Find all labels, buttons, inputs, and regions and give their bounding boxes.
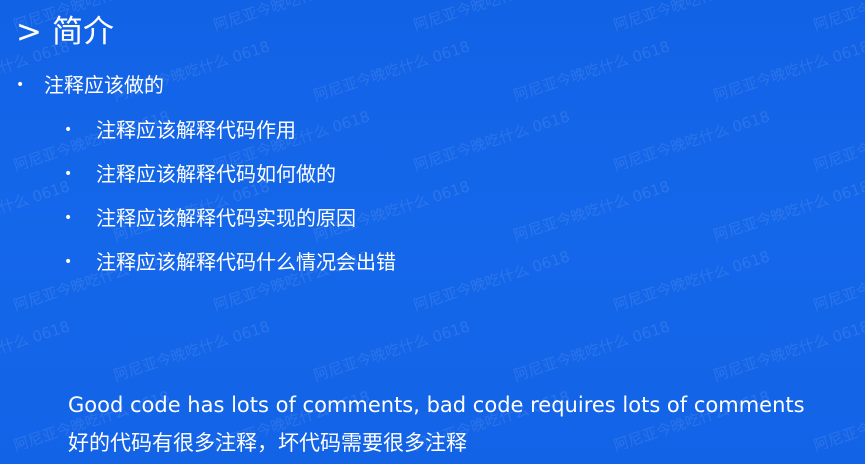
- watermark-text: 阿尼亚今晚吃什么 0618: [611, 107, 772, 175]
- bullet-dot-icon: •: [64, 165, 73, 182]
- main-bullet: • 注释应该做的: [16, 70, 164, 102]
- watermark-text: 阿尼亚今晚吃什么 0618: [311, 37, 472, 105]
- sub-bullet-text: 注释应该解释代码如何做的: [96, 162, 336, 186]
- watermark-text: 阿尼亚今晚吃什么 0618: [0, 177, 72, 245]
- bullet-dot-icon: •: [16, 76, 25, 93]
- watermark-text: 阿尼亚今晚吃什么 0618: [711, 37, 865, 105]
- watermark-text: 阿尼亚今晚吃什么 0618: [111, 317, 272, 385]
- watermark-text: 阿尼亚今晚吃什么 0618: [811, 107, 865, 175]
- watermark-text: 阿尼亚今晚吃什么 0618: [611, 0, 772, 35]
- sub-bullet-item: • 注释应该解释代码实现的原因: [64, 203, 396, 247]
- quote-english: Good code has lots of comments, bad code…: [68, 393, 805, 417]
- slide-background: > 简介 • 注释应该做的 • 注释应该解释代码作用 • 注释应该解释代码如何做的 • 注…: [0, 0, 865, 464]
- watermark-text: 阿尼亚今晚吃什么 0618: [511, 177, 672, 245]
- watermark-text: 阿尼亚今晚吃什么 0618: [611, 247, 772, 315]
- sub-bullet-item: • 注释应该解释代码什么情况会出错: [64, 247, 396, 291]
- title-chevron: >: [16, 14, 42, 50]
- bullet-dot-icon: •: [64, 253, 73, 270]
- watermark-text: 阿尼亚今晚吃什么 0618: [211, 0, 372, 35]
- sub-bullet-text: 注释应该解释代码实现的原因: [96, 206, 356, 230]
- watermark-text: 阿尼亚今晚吃什么 0618: [811, 0, 865, 35]
- watermark-text: 阿尼亚今晚吃什么 0618: [311, 317, 472, 385]
- watermark-text: 阿尼亚今晚吃什么 0618: [0, 317, 72, 385]
- bullet-dot-icon: •: [64, 209, 73, 226]
- sub-bullet-text: 注释应该解释代码作用: [96, 118, 296, 142]
- sub-bullet-item: • 注释应该解释代码作用: [64, 115, 396, 159]
- watermark-text: 阿尼亚今晚吃什么 0618: [411, 107, 572, 175]
- watermark-text: 阿尼亚今晚吃什么 0618: [511, 317, 672, 385]
- watermark-text: 阿尼亚今晚吃什么 0618: [411, 247, 572, 315]
- watermark-text: 阿尼亚今晚吃什么 0618: [411, 0, 572, 35]
- title-text: 简介: [51, 14, 114, 50]
- watermark-text: 阿尼亚今晚吃什么 0618: [811, 247, 865, 315]
- sub-bullet-text: 注释应该解释代码什么情况会出错: [96, 250, 396, 274]
- sub-bullet-item: • 注释应该解释代码如何做的: [64, 159, 396, 203]
- watermark-text: 阿尼亚今晚吃什么 0618: [811, 387, 865, 455]
- slide-title: > 简介: [16, 10, 114, 54]
- bullet-dot-icon: •: [64, 121, 73, 138]
- quote-chinese: 好的代码有很多注释，坏代码需要很多注释: [68, 431, 467, 455]
- watermark-text: 阿尼亚今晚吃什么 0618: [711, 317, 865, 385]
- watermark-text: 阿尼亚今晚吃什么 0618: [711, 177, 865, 245]
- watermark-text: 阿尼亚今晚吃什么 0618: [511, 37, 672, 105]
- sub-bullet-list: • 注释应该解释代码作用 • 注释应该解释代码如何做的 • 注释应该解释代码实现的原因…: [64, 115, 396, 291]
- main-bullet-text: 注释应该做的: [44, 73, 164, 97]
